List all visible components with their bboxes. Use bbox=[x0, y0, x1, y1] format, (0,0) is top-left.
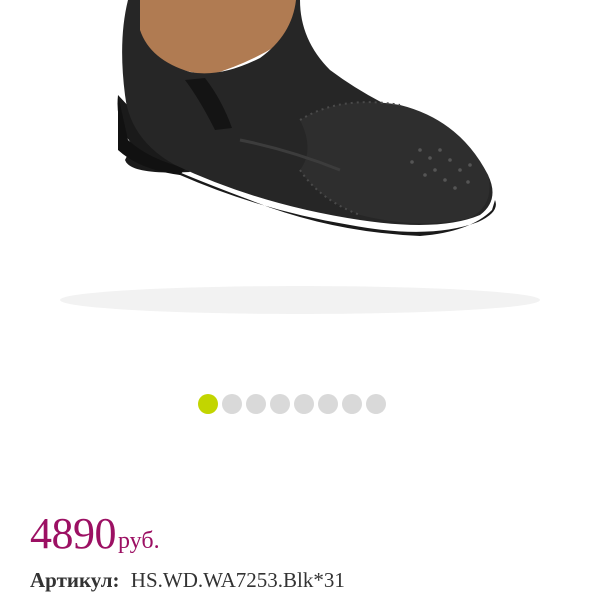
gallery-dot-5[interactable] bbox=[294, 394, 314, 414]
gallery-dot-4[interactable] bbox=[270, 394, 290, 414]
price-currency: руб. bbox=[118, 528, 160, 554]
product-price: 4890 руб. bbox=[30, 508, 160, 559]
gallery-dot-3[interactable] bbox=[246, 394, 266, 414]
shoe-image bbox=[60, 0, 540, 314]
product-image-gallery[interactable] bbox=[0, 0, 602, 330]
gallery-dot-2[interactable] bbox=[222, 394, 242, 414]
sku-value: HS.WD.WA7253.Blk*31 bbox=[130, 568, 345, 592]
gallery-pagination bbox=[198, 394, 386, 414]
gallery-dot-1[interactable] bbox=[198, 394, 218, 414]
gallery-dot-8[interactable] bbox=[366, 394, 386, 414]
gallery-dot-7[interactable] bbox=[342, 394, 362, 414]
price-value: 4890 bbox=[30, 509, 117, 558]
gallery-dot-6[interactable] bbox=[318, 394, 338, 414]
sku-label: Артикул: bbox=[30, 568, 120, 592]
product-sku: Артикул: HS.WD.WA7253.Blk*31 bbox=[30, 568, 345, 593]
